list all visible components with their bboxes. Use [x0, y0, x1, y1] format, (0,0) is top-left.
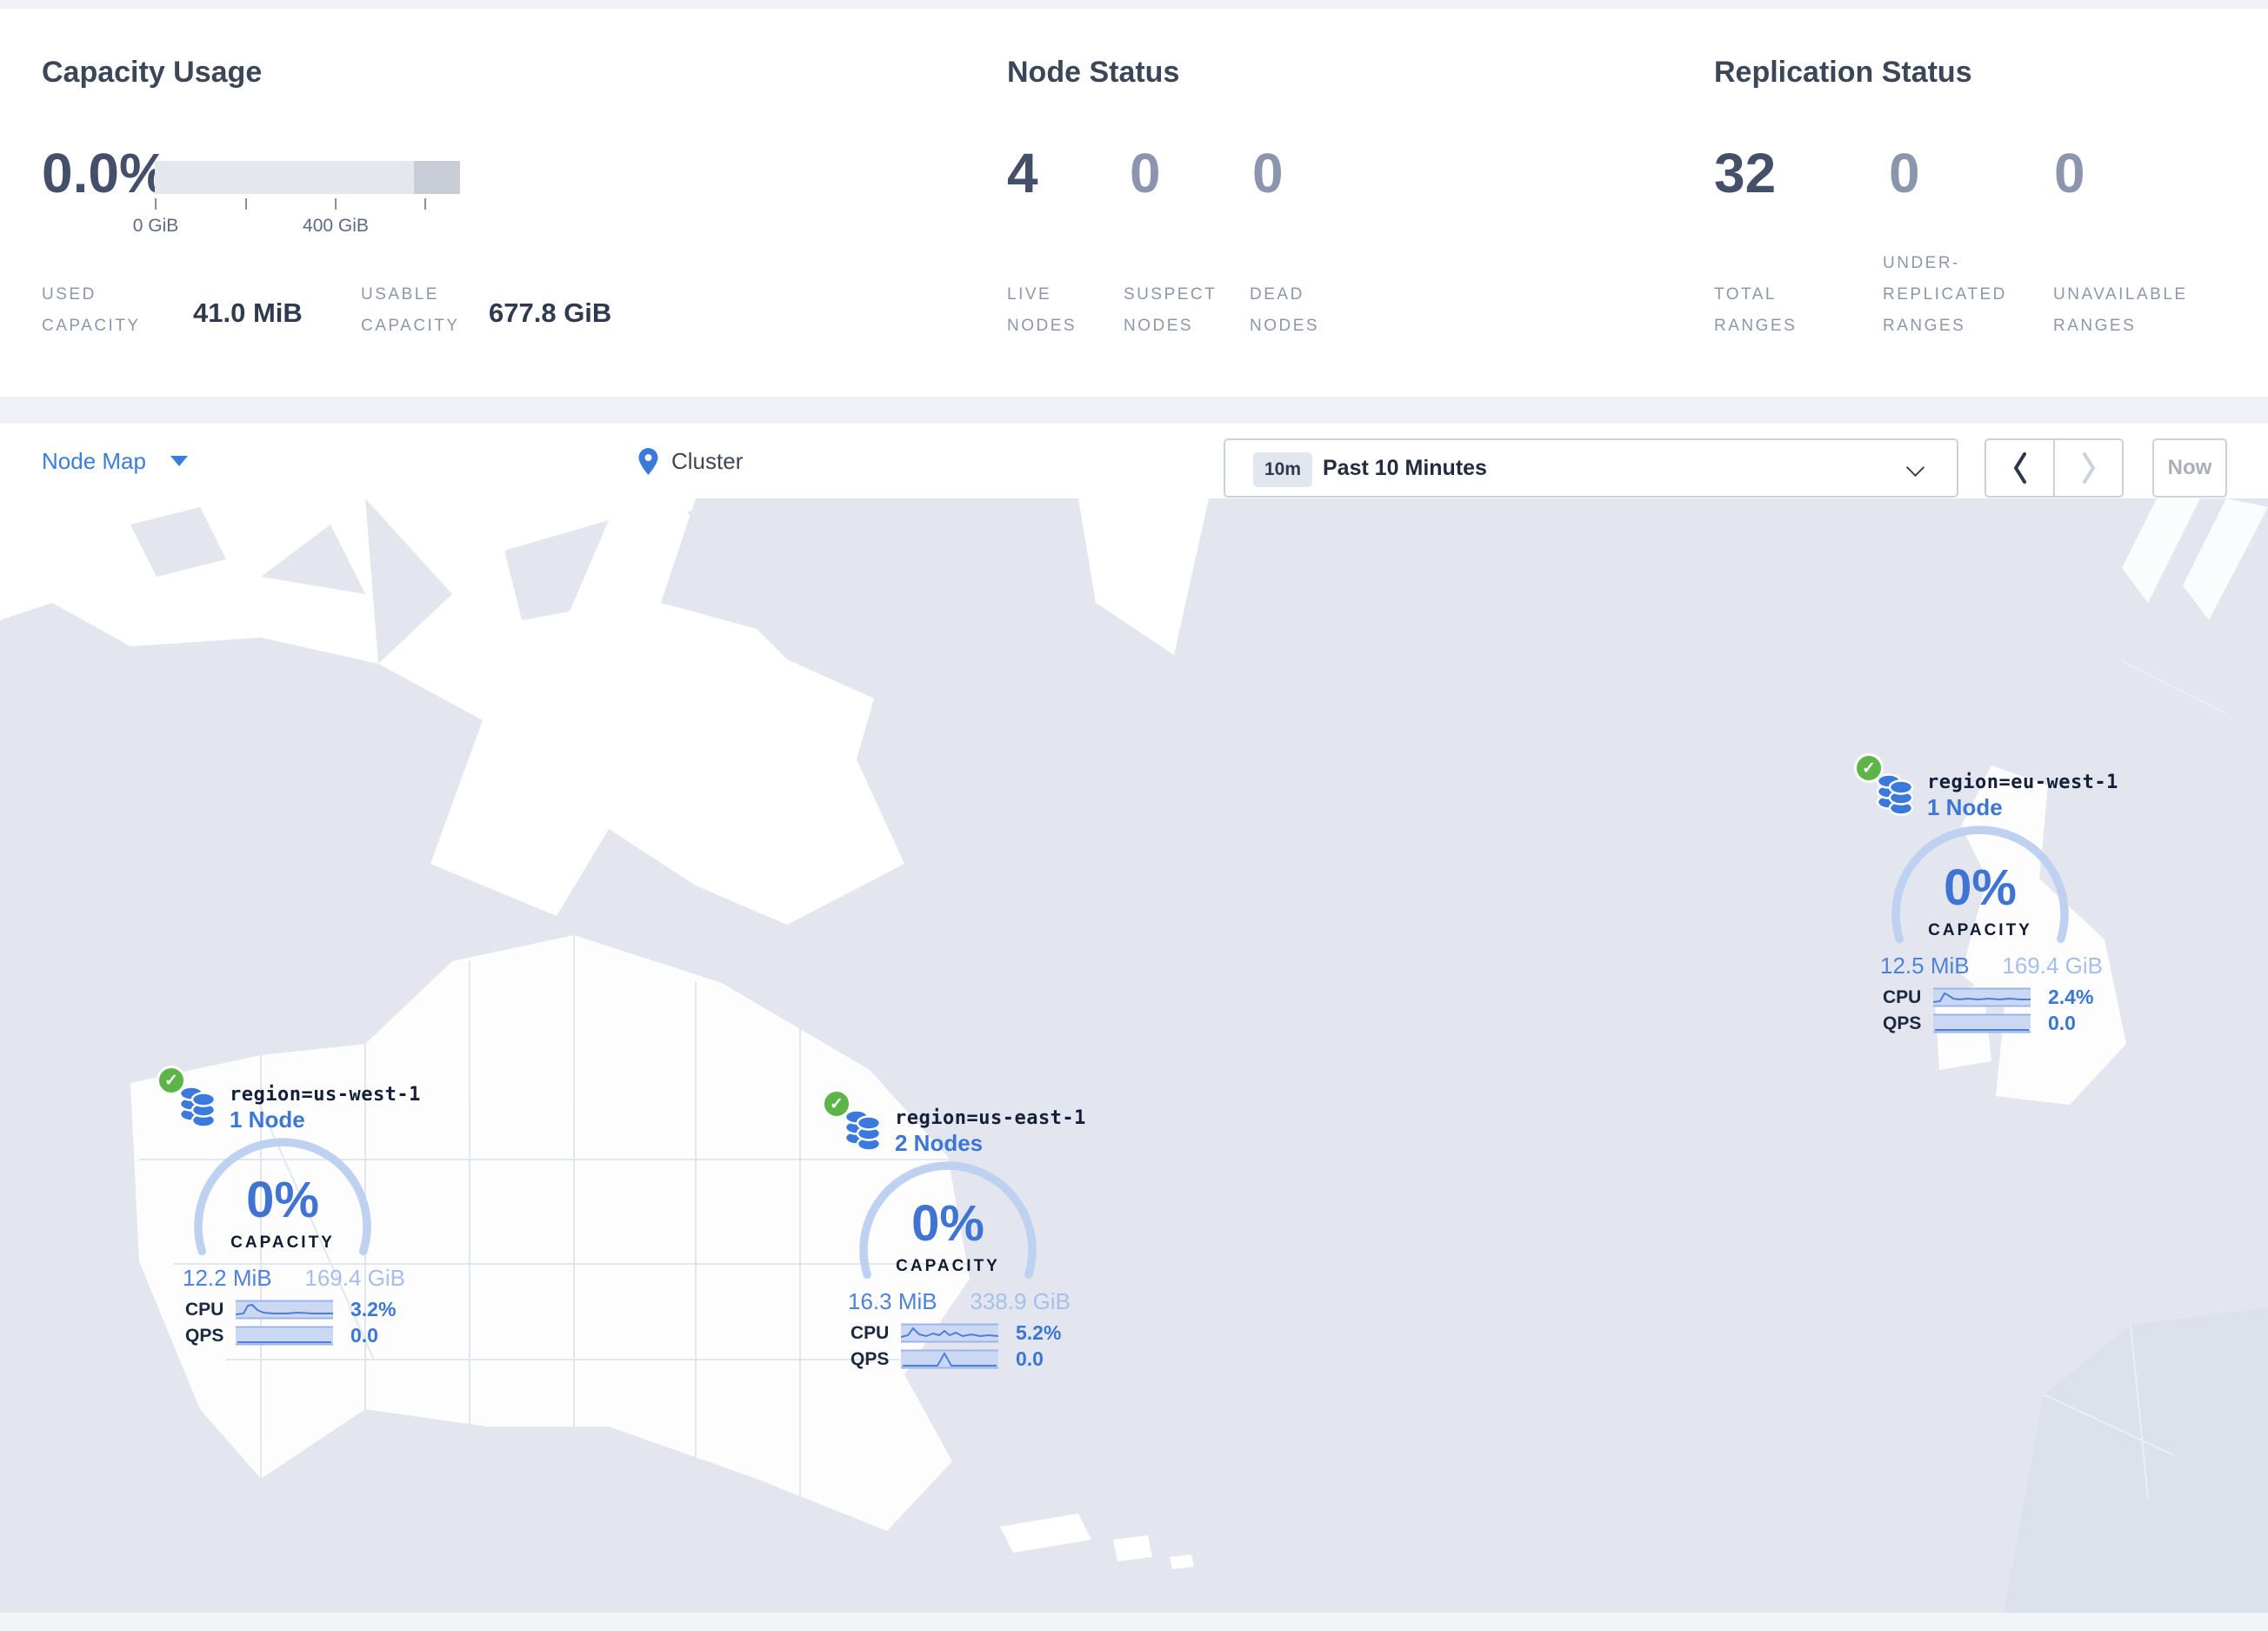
unavailable-ranges-count: 0	[2054, 142, 2085, 204]
region-name: region=us-west-1	[230, 1084, 421, 1106]
capacity-gauge-label: CAPACITY	[1928, 921, 2032, 939]
suspect-nodes-label: NODES	[1124, 317, 1194, 335]
caret-down-icon	[170, 456, 188, 466]
capacity-tick	[155, 198, 157, 210]
cluster-summary-panel: Capacity Usage 0.0% 0 GiB 400 GiB USED C…	[0, 9, 2268, 397]
chevron-down-icon	[1905, 458, 1925, 478]
capacity-tick-label-0: 0 GiB	[132, 216, 179, 236]
region-usable-capacity: 169.4 GiB	[304, 1265, 405, 1291]
region-usable-capacity: 338.9 GiB	[970, 1288, 1071, 1314]
dead-nodes-label: DEAD	[1250, 285, 1304, 304]
unavailable-ranges-label: UNAVAILABLE	[2053, 285, 2188, 304]
cpu-label: CPU	[185, 1300, 224, 1320]
region-name: region=us-east-1	[895, 1107, 1086, 1129]
breadcrumb[interactable]: Cluster	[637, 424, 743, 498]
used-capacity-value: 41.0 MiB	[193, 297, 303, 328]
usable-capacity-label: USABLE	[361, 285, 439, 304]
database-nodes-icon	[1876, 773, 1914, 816]
capacity-percent: 0%	[1944, 859, 2017, 916]
capacity-usage-title: Capacity Usage	[42, 56, 263, 89]
capacity-usage-percent: 0.0%	[42, 142, 169, 204]
capacity-tick	[245, 198, 247, 210]
qps-value: 0.0	[2048, 1012, 2076, 1034]
cpu-sparkline	[1933, 987, 2031, 1007]
qps-value: 0.0	[1016, 1347, 1044, 1370]
next-time-window-button[interactable]	[2055, 440, 2122, 496]
capacity-bar-segment	[414, 161, 460, 194]
capacity-bar	[155, 161, 460, 194]
replication-status-title: Replication Status	[1714, 56, 1972, 89]
qps-sparkline	[901, 1349, 998, 1369]
qps-label: QPS	[850, 1349, 890, 1369]
time-window-badge: 10m	[1253, 452, 1313, 487]
region-usable-capacity: 169.4 GiB	[2002, 953, 2103, 979]
capacity-percent: 0%	[246, 1172, 319, 1228]
capacity-gauge-label: CAPACITY	[896, 1257, 1000, 1275]
qps-value: 0.0	[350, 1324, 378, 1347]
under-replicated-ranges-count: 0	[1889, 142, 1920, 204]
cpu-sparkline	[901, 1323, 998, 1343]
capacity-percent: 0%	[911, 1195, 984, 1252]
pin-icon	[638, 447, 658, 475]
used-capacity-label: USED	[42, 285, 97, 304]
prev-time-window-button[interactable]	[1986, 440, 2055, 496]
under-replicated-label: RANGES	[1883, 317, 1966, 335]
chevron-left-icon	[2013, 452, 2026, 484]
total-ranges-label: TOTAL	[1714, 285, 1777, 304]
capacity-tick	[424, 198, 426, 210]
region-node-count: 1 Node	[1927, 794, 2003, 820]
time-window-label: Past 10 Minutes	[1323, 456, 1487, 480]
qps-label: QPS	[185, 1326, 224, 1346]
region-node-count: 2 Nodes	[895, 1130, 984, 1156]
time-window-pager	[1984, 438, 2124, 498]
usable-capacity-label: CAPACITY	[361, 317, 460, 335]
node-map: ✓ region=us-west-1 1 Node 0% CAPACITY 12…	[0, 498, 2268, 1631]
under-replicated-label: REPLICATED	[1883, 285, 2007, 304]
map-toolbar: Node Map Cluster 10m Past 10 Minutes Now	[0, 424, 2268, 500]
cpu-label: CPU	[1883, 987, 1922, 1007]
used-capacity-label: CAPACITY	[42, 317, 141, 335]
database-nodes-icon	[844, 1109, 882, 1152]
dead-nodes-label: NODES	[1250, 317, 1320, 335]
view-selector-label: Node Map	[42, 447, 146, 474]
region-used-capacity: 12.2 MiB	[183, 1265, 272, 1291]
capacity-tick-label-400: 400 GiB	[303, 216, 369, 236]
cpu-sparkline	[236, 1300, 333, 1320]
now-button[interactable]: Now	[2152, 438, 2227, 498]
qps-label: QPS	[1883, 1013, 1922, 1033]
qps-sparkline	[236, 1326, 333, 1346]
view-selector-dropdown[interactable]: Node Map	[42, 424, 188, 498]
cpu-value: 3.2%	[350, 1298, 397, 1320]
live-nodes-label: LIVE	[1007, 285, 1052, 304]
suspect-nodes-label: SUSPECT	[1124, 285, 1217, 304]
chevron-right-icon	[2082, 452, 2095, 484]
region-card-eu-west-1[interactable]: ✓ region=eu-west-1 1 Node 0% CAPACITY 12…	[1854, 751, 2125, 1039]
region-card-us-west-1[interactable]: ✓ region=us-west-1 1 Node 0% CAPACITY 12…	[157, 1063, 428, 1352]
total-ranges-label: RANGES	[1714, 317, 1798, 335]
live-nodes-count: 4	[1007, 142, 1038, 204]
capacity-gauge-label: CAPACITY	[230, 1233, 335, 1252]
cpu-value: 5.2%	[1016, 1321, 1062, 1344]
capacity-tick	[335, 198, 337, 210]
unavailable-ranges-label: RANGES	[2053, 317, 2137, 335]
cpu-value: 2.4%	[2048, 986, 2094, 1008]
under-replicated-label: UNDER-	[1883, 254, 1960, 272]
region-used-capacity: 16.3 MiB	[848, 1288, 937, 1314]
node-status-title: Node Status	[1007, 56, 1180, 89]
region-name: region=eu-west-1	[1927, 772, 2118, 793]
region-card-us-east-1[interactable]: ✓ region=us-east-1 2 Nodes 0% CAPACITY 1…	[822, 1086, 1093, 1375]
usable-capacity-value: 677.8 GiB	[489, 297, 612, 328]
live-nodes-label: NODES	[1007, 317, 1077, 335]
breadcrumb-label: Cluster	[671, 447, 744, 474]
database-nodes-icon	[178, 1086, 217, 1128]
region-used-capacity: 12.5 MiB	[1880, 953, 1970, 979]
cpu-label: CPU	[850, 1323, 890, 1343]
region-node-count: 1 Node	[230, 1106, 305, 1133]
time-window-selector[interactable]: 10m Past 10 Minutes	[1224, 438, 1958, 498]
dead-nodes-count: 0	[1252, 142, 1284, 204]
suspect-nodes-count: 0	[1130, 142, 1161, 204]
qps-sparkline	[1933, 1013, 2031, 1033]
total-ranges-count: 32	[1714, 142, 1777, 204]
cluster-overview-page: Capacity Usage 0.0% 0 GiB 400 GiB USED C…	[0, 0, 2268, 1631]
